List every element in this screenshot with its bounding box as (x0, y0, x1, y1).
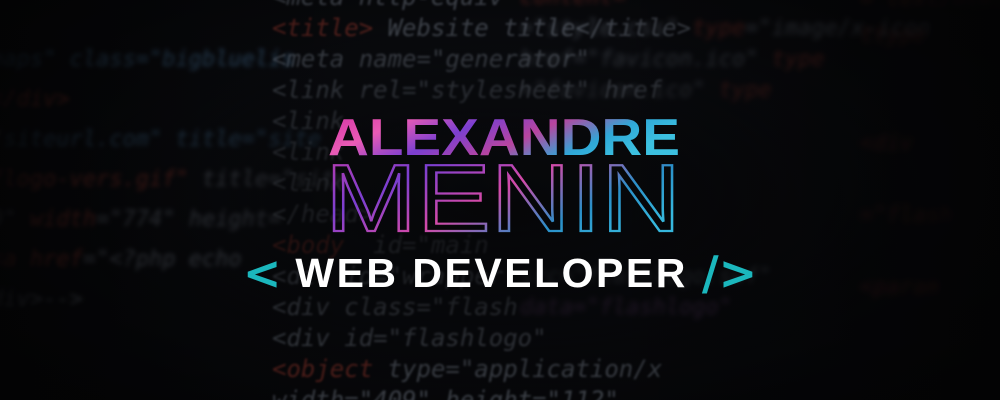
hero-banner: maps" class="bigbluelis</div>/siteurl.co… (0, 0, 1000, 400)
name-logo: ALEXANDRE MENIN < WEB DEVELOPER /> (0, 0, 1000, 400)
open-bracket-icon: < (242, 246, 282, 300)
close-bracket-icon: /> (701, 246, 758, 300)
role-title: WEB DEVELOPER (295, 250, 688, 296)
tagline-row: < WEB DEVELOPER /> (243, 247, 757, 299)
tagline: < WEB DEVELOPER /> (0, 247, 1000, 299)
last-name-wordmark: MENIN (324, 155, 682, 235)
last-name-text: MENIN (325, 155, 681, 235)
